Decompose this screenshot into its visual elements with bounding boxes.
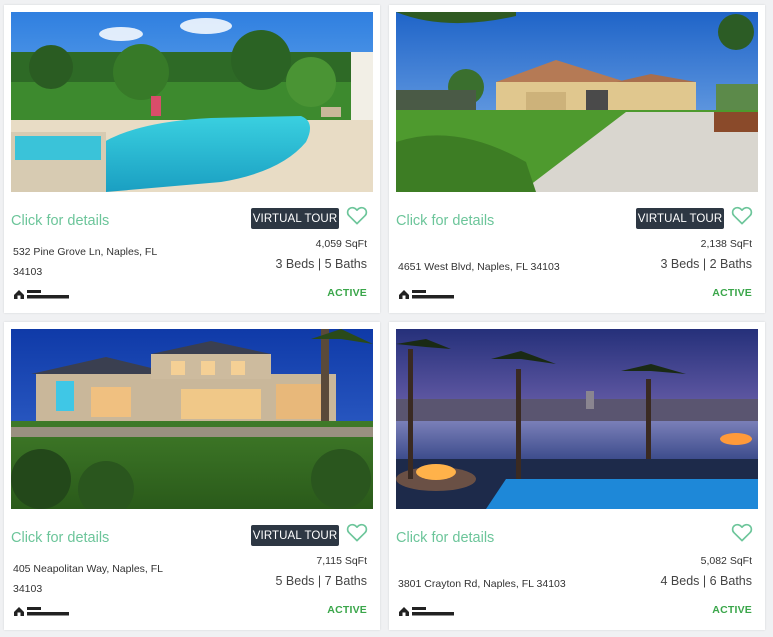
listing-card[interactable]: Click for details VIRTUAL TOUR 532 Pine … [4,5,380,313]
listing-sqft: 7,115 SqFt [316,555,367,567]
listing-beds-baths: 5 Beds | 7 Baths [275,574,368,588]
listing-beds-baths: 3 Beds | 5 Baths [275,257,368,271]
status-badge: ACTIVE [712,287,752,299]
listing-address: 532 Pine Grove Ln, Naples, FL 34103 [13,246,157,278]
listing-address: 405 Neapolitan Way, Naples, FL 34103 [13,563,163,595]
waterfront-pool-dusk-photo[interactable] [396,329,758,509]
broker-reciprocity-logo [13,287,71,300]
listing-card[interactable]: Click for details VIRTUAL TOUR 405 Neapo… [4,322,380,630]
listings-grid: Click for details VIRTUAL TOUR 532 Pine … [0,0,773,637]
listing-card[interactable]: Click for details 3801 Crayton Rd, Naple… [389,322,765,630]
virtual-tour-button[interactable]: VIRTUAL TOUR [636,208,724,229]
ranch-house-photo[interactable] [396,12,758,192]
status-badge: ACTIVE [712,604,752,616]
click-for-details-link[interactable]: Click for details [396,530,494,546]
click-for-details-link[interactable]: Click for details [396,213,494,229]
pool-patio-photo[interactable] [11,12,373,192]
listing-sqft: 4,059 SqFt [315,238,367,250]
virtual-tour-button[interactable]: VIRTUAL TOUR [251,525,339,546]
broker-reciprocity-logo [13,604,71,617]
listing-sqft: 2,138 SqFt [700,238,752,250]
click-for-details-link[interactable]: Click for details [11,213,109,229]
listing-address: 4651 West Blvd, Naples, FL 34103 [398,261,560,273]
heart-icon[interactable] [346,205,368,225]
virtual-tour-button[interactable]: VIRTUAL TOUR [251,208,339,229]
broker-reciprocity-logo [398,604,456,617]
listing-beds-baths: 3 Beds | 2 Baths [660,257,753,271]
heart-icon[interactable] [731,205,753,225]
heart-icon[interactable] [346,522,368,542]
listing-card[interactable]: Click for details VIRTUAL TOUR 4651 West… [389,5,765,313]
listing-sqft: 5,082 SqFt [700,555,752,567]
listing-address: 3801 Crayton Rd, Naples, FL 34103 [398,578,566,590]
status-badge: ACTIVE [327,604,367,616]
listing-beds-baths: 4 Beds | 6 Baths [660,574,753,588]
click-for-details-link[interactable]: Click for details [11,530,109,546]
heart-icon[interactable] [731,522,753,542]
broker-reciprocity-logo [398,287,456,300]
status-badge: ACTIVE [327,287,367,299]
mansion-dusk-photo[interactable] [11,329,373,509]
